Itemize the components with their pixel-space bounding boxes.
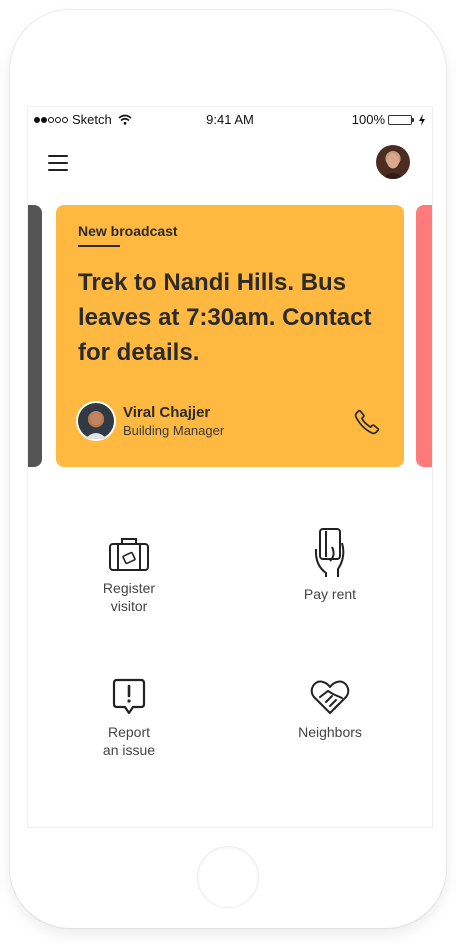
alert-bubble-icon bbox=[112, 678, 146, 715]
card-payment-icon bbox=[314, 528, 345, 577]
author-avatar bbox=[78, 403, 114, 439]
status-right: 100% bbox=[352, 112, 426, 127]
author-face-icon bbox=[85, 411, 107, 439]
suitcase-icon bbox=[109, 538, 149, 571]
neighbors-label: Neighbors bbox=[298, 724, 362, 740]
profile-avatar[interactable] bbox=[376, 145, 410, 179]
phone-icon[interactable] bbox=[352, 407, 382, 437]
neighbors-action[interactable]: Neighbors bbox=[250, 677, 410, 741]
home-button[interactable] bbox=[197, 846, 259, 908]
pay-rent-action[interactable]: Pay rent bbox=[250, 527, 410, 603]
report-issue-label: Report an issue bbox=[102, 724, 156, 758]
previous-broadcast-card[interactable] bbox=[28, 205, 42, 467]
app-screen: Sketch 9:41 AM 100% New broadcast Trek t… bbox=[28, 107, 432, 827]
charging-bolt-icon bbox=[419, 113, 425, 126]
handshake-icon bbox=[310, 680, 350, 714]
broadcast-label-underline bbox=[78, 245, 120, 247]
broadcast-message: Trek to Nandi Hills. Bus leaves at 7:30a… bbox=[78, 269, 372, 366]
next-broadcast-card[interactable] bbox=[416, 205, 432, 467]
author-name: Viral Chajjer bbox=[123, 404, 211, 421]
register-visitor-action[interactable]: Register visitor bbox=[49, 535, 209, 615]
author-role: Building Manager bbox=[123, 423, 225, 438]
broadcast-card[interactable]: New broadcast Trek to Nandi Hills. Bus l… bbox=[56, 205, 404, 467]
hamburger-icon[interactable] bbox=[48, 155, 68, 171]
avatar-face-icon bbox=[382, 153, 404, 179]
report-issue-action[interactable]: Report an issue bbox=[49, 677, 209, 759]
status-bar: Sketch 9:41 AM 100% bbox=[28, 107, 432, 131]
pay-rent-label: Pay rent bbox=[303, 586, 357, 602]
battery-icon bbox=[388, 114, 414, 125]
register-visitor-label: Register visitor bbox=[102, 580, 156, 614]
broadcast-label: New broadcast bbox=[78, 223, 178, 239]
battery-percent: 100% bbox=[351, 112, 385, 127]
